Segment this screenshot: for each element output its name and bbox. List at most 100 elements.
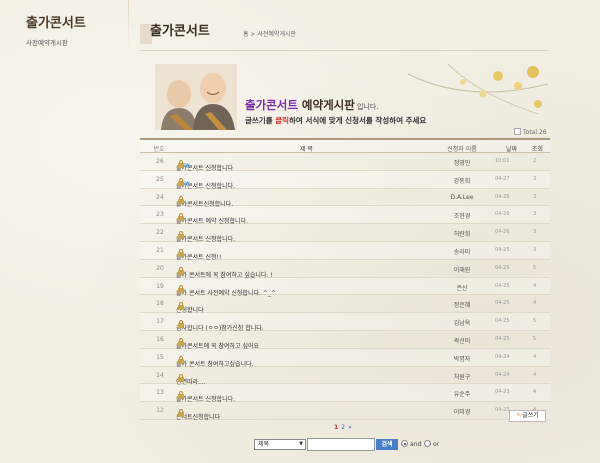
row-hits: 4 <box>533 300 537 307</box>
row-date: 04-25 <box>495 264 510 271</box>
pagination: 1 2» <box>334 424 352 431</box>
row-applicant-name: 이재원 <box>453 266 471 274</box>
row-date: 04-27 <box>495 175 510 182</box>
row-applicant-name: 은산 <box>456 284 468 292</box>
header-name: 신청자 이름 <box>447 146 477 153</box>
row-number: 25 <box>156 175 164 183</box>
radio-and-label: and <box>410 441 422 448</box>
page-link-2[interactable]: 2 <box>341 424 345 431</box>
header-hits: 조회 <box>532 146 544 153</box>
row-number: 12 <box>156 407 164 415</box>
lock-icon <box>178 231 184 240</box>
radio-and[interactable]: and <box>401 440 421 448</box>
search-select-value: 제목 <box>258 441 270 448</box>
search-input[interactable] <box>307 438 375 451</box>
header-divider <box>140 50 548 51</box>
row-date: 04-25 <box>495 282 510 289</box>
page-current[interactable]: 1 <box>334 424 338 431</box>
table-row: 23 출가콘서트 예약 신청합니다. 조현경 04-26 3 <box>140 206 550 225</box>
table-row: 22 출가콘서트 신청합니다. 허란희 04-26 3 <box>140 224 550 243</box>
row-number: 13 <box>156 389 164 397</box>
row-applicant-name: 허란희 <box>453 231 471 239</box>
table-header: 번호 제 목 신청자 이름 날짜 조회 <box>140 138 550 153</box>
lock-icon <box>178 337 184 346</box>
row-applicant-name: 정은혜 <box>453 302 471 310</box>
site-logo-title[interactable]: 출가콘서트 <box>26 12 86 31</box>
sidebar-item-reservation-board[interactable]: 사전예약게시판 <box>26 37 68 47</box>
row-applicant-name: 조현경 <box>453 213 471 221</box>
row-date: 04-26 <box>495 229 510 236</box>
row-hits: 3 <box>533 193 537 200</box>
row-applicant-name: D.A.Lee <box>450 193 474 201</box>
table-row: 14 인연따라.... 처원구 04-24 4 <box>140 367 550 386</box>
row-applicant-name: 정영민 <box>453 160 471 167</box>
total-count: Total 26 <box>514 128 547 136</box>
banner-description: 글쓰기를 클릭하여 서식에 맞게 신청서를 작성하여 주세요 <box>245 115 426 126</box>
row-hits: 4 <box>533 389 537 396</box>
row-applicant-name: 처원구 <box>453 373 471 381</box>
row-date: 04-25 <box>495 300 510 307</box>
row-hits: 5 <box>533 318 537 325</box>
next-page-icon[interactable]: » <box>348 424 352 431</box>
chevron-down-icon: ▼ <box>299 441 303 447</box>
row-date: 04-24 <box>495 371 510 378</box>
banner-title-highlight: 출가콘서트 <box>245 98 298 112</box>
lock-icon <box>178 355 184 364</box>
banner-title-suffix: 입니다. <box>354 103 379 111</box>
row-number: 22 <box>156 229 164 237</box>
row-number: 14 <box>156 371 164 379</box>
row-applicant-name: 박명자 <box>453 355 471 363</box>
row-hits: 5 <box>533 335 537 342</box>
total-label: Total 26 <box>523 129 547 136</box>
table-row: 18 신청합니다 정은혜 04-25 4 <box>140 295 550 314</box>
row-number: 23 <box>156 211 164 219</box>
row-number: 26 <box>156 158 164 165</box>
lock-icon <box>178 177 184 186</box>
table-row: 25 출가콘서트 신청합니다. NEW 강동희 04-27 3 <box>140 170 550 190</box>
search-field-select[interactable]: 제목 ▼ <box>254 439 306 450</box>
page-title: 출가콘서트 <box>150 24 210 39</box>
table-row: 13 출가콘서트 신청합니다. 유순주 04-23 4 <box>140 384 550 403</box>
search-button[interactable]: 검색 <box>376 439 398 450</box>
write-button-label: 글쓰기 <box>522 412 539 419</box>
row-number: 21 <box>156 246 164 254</box>
row-hits: 4 <box>533 371 537 378</box>
row-number: 18 <box>156 300 164 308</box>
radio-or-label: or <box>433 441 440 448</box>
table-body: 26 출가콘서트 신청합니다 NEW 정영민 10:01 2 25 출가콘서트 신청합니다. N… <box>140 153 550 421</box>
row-date: 04-26 <box>495 193 510 200</box>
row-number: 17 <box>156 318 164 326</box>
lock-icon <box>178 373 184 382</box>
row-number: 19 <box>156 282 164 290</box>
board-table: 번호 제 목 신청자 이름 날짜 조회 26 출가콘서트 신청합니다 NEW 정영민 1… <box>140 138 550 421</box>
lock-icon <box>178 302 184 311</box>
row-number: 24 <box>156 193 164 201</box>
table-row: 16 출가콘서트에 꼭 참여하고 싶어요 곽선미 04-25 5 <box>140 331 550 350</box>
write-button[interactable]: ✎글쓰기 <box>509 410 546 422</box>
row-applicant-name: 송라미 <box>453 248 471 256</box>
row-date: 04-23 <box>495 407 510 414</box>
lock-icon <box>178 320 184 329</box>
pencil-icon: ✎ <box>516 412 522 419</box>
table-row: 20 출가 콘서트에 꼭 참여하고 싶습니다. ! 이재원 04-25 5 <box>140 260 550 279</box>
table-row: 19 출가 콘서트 사전예약 신청합니다. ^_^ 은산 04-25 4 <box>140 277 550 297</box>
banner-desc-suffix: 하여 서식에 맞게 신청서를 작성하여 주세요 <box>289 116 427 125</box>
lock-icon <box>178 195 184 204</box>
lock-icon <box>178 391 184 400</box>
lock-icon <box>178 248 184 257</box>
lock-icon <box>178 160 184 168</box>
radio-or-icon <box>424 440 431 447</box>
row-number: 15 <box>156 353 164 361</box>
lock-icon <box>178 213 184 222</box>
row-number: 16 <box>156 335 164 343</box>
lock-icon <box>178 266 184 275</box>
row-date: 04-23 <box>495 389 510 396</box>
sidebar: 출가콘서트 사전예약게시판 <box>0 0 130 463</box>
row-number: 20 <box>156 264 164 272</box>
row-hits: 3 <box>533 175 537 182</box>
row-date: 04-26 <box>495 211 510 218</box>
row-date: 04-25 <box>495 246 510 253</box>
radio-or[interactable]: or <box>424 440 439 448</box>
lock-icon <box>178 409 184 418</box>
monks-photo-illustration <box>155 64 237 130</box>
